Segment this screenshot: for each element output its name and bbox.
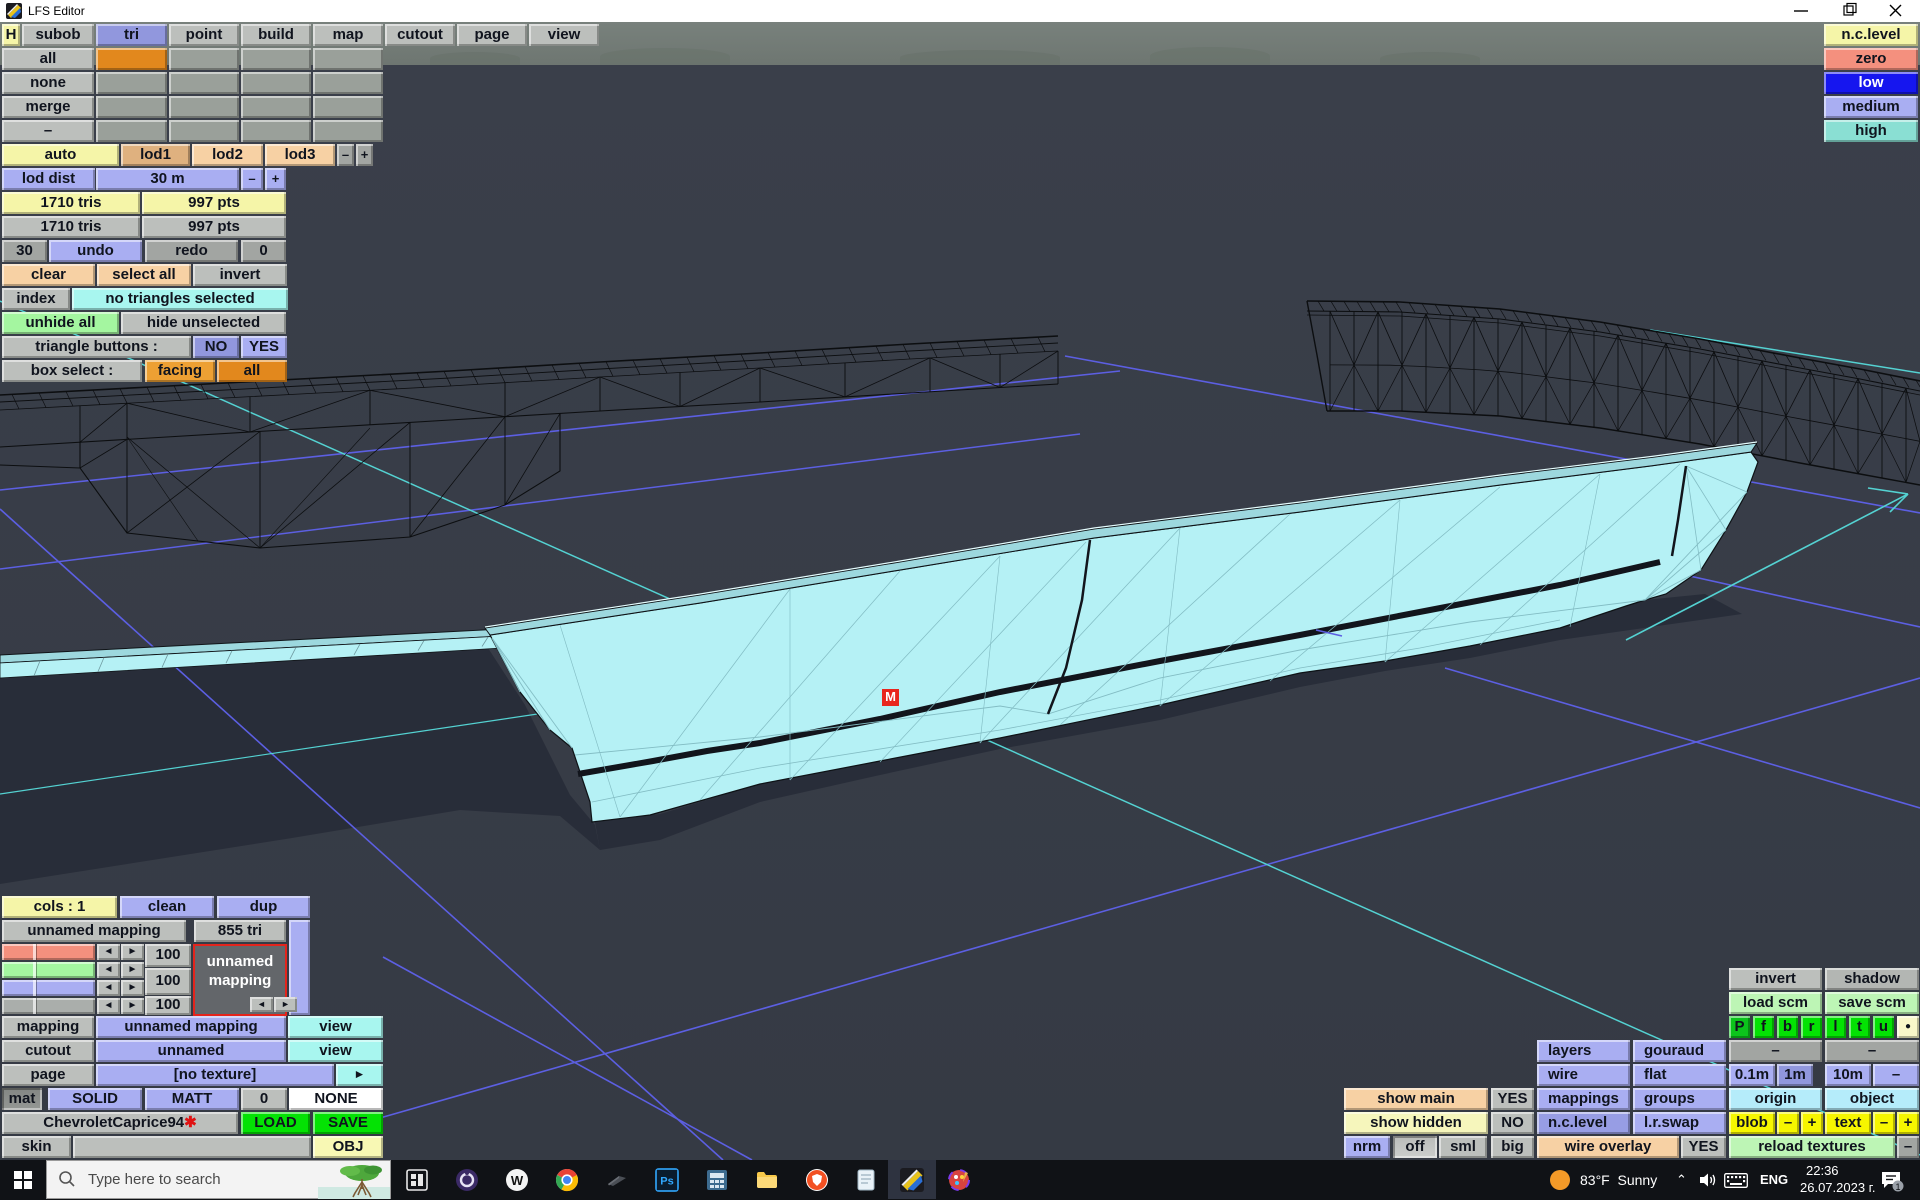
- svg-text:1: 1: [1895, 1182, 1900, 1192]
- svg-text:Ps: Ps: [660, 1176, 673, 1188]
- svg-text:W: W: [511, 1173, 524, 1188]
